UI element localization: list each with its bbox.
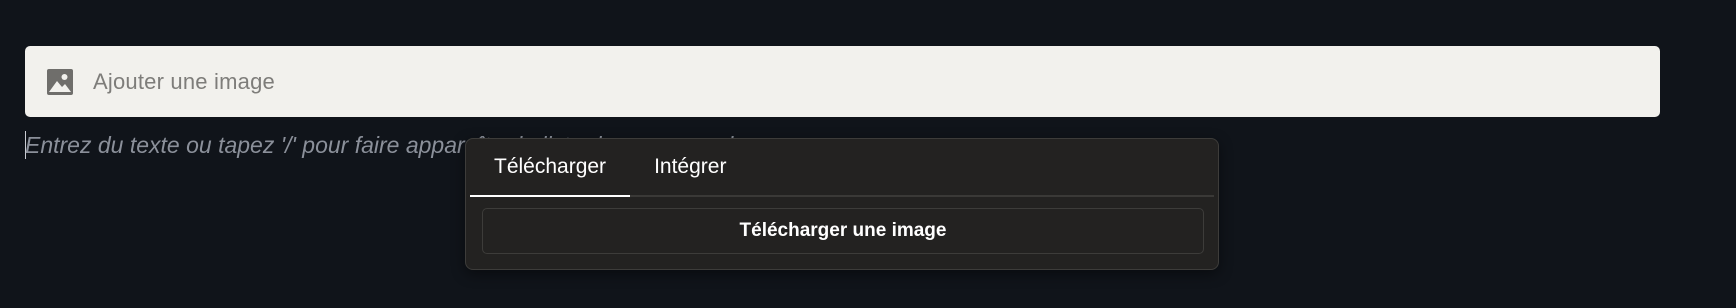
image-upload-popover: Télécharger Intégrer Télécharger une ima… — [465, 138, 1219, 270]
image-icon — [46, 68, 74, 96]
tab-embed[interactable]: Intégrer — [630, 139, 750, 195]
upload-image-button[interactable]: Télécharger une image — [482, 208, 1204, 254]
add-image-block[interactable]: Ajouter une image — [25, 46, 1660, 117]
tab-upload[interactable]: Télécharger — [470, 139, 631, 197]
popover-tabs: Télécharger Intégrer — [470, 139, 1214, 197]
add-image-label: Ajouter une image — [93, 68, 275, 94]
